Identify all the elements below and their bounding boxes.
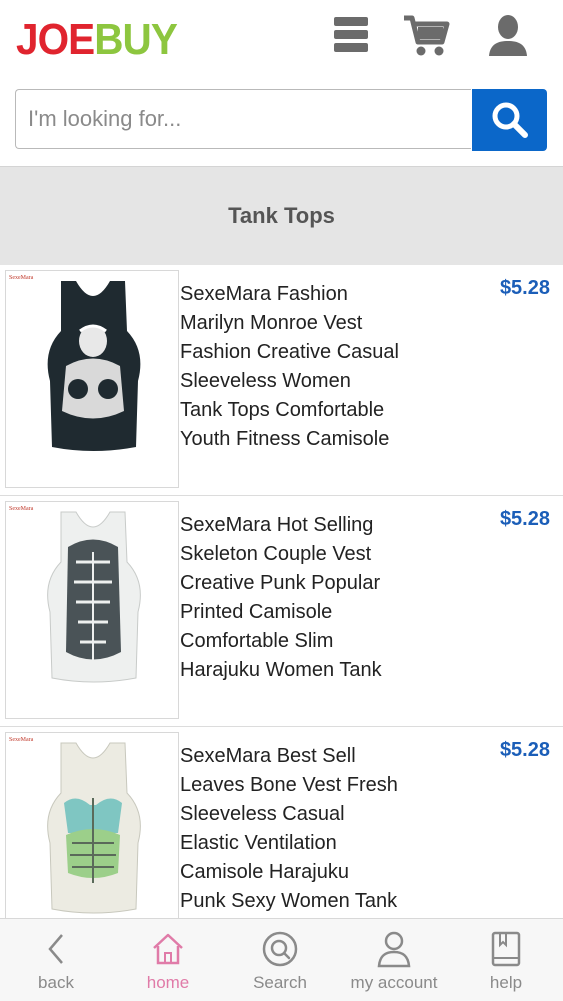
- product-image[interactable]: SexeMara: [5, 501, 179, 719]
- joebuy-logo[interactable]: JOEBUY: [16, 12, 178, 68]
- product-item[interactable]: SexeMara SexeMara Fashion Marilyn Monroe…: [0, 265, 563, 496]
- nav-back[interactable]: back: [6, 919, 106, 1001]
- product-item[interactable]: SexeMara SexeMara Hot Selling Skeleton C…: [0, 496, 563, 727]
- search-icon: [492, 102, 528, 138]
- category-title: Tank Tops: [228, 203, 335, 228]
- nav-home[interactable]: home: [118, 919, 218, 1001]
- help-book-icon: [491, 931, 521, 967]
- nav-help-label: help: [489, 973, 523, 992]
- nav-back-label: back: [38, 973, 74, 992]
- category-header: Tank Tops: [0, 166, 563, 266]
- product-title[interactable]: SexeMara Hot Selling Skeleton Couple Ves…: [180, 511, 442, 685]
- nav-account-label: my account: [350, 973, 438, 992]
- search-bar: [15, 89, 547, 151]
- nav-help[interactable]: help: [456, 919, 556, 1001]
- logo-part-joe: JOE: [16, 15, 95, 64]
- nav-search[interactable]: Search: [230, 919, 330, 1001]
- logo-part-buy: BUY: [94, 15, 178, 64]
- product-title[interactable]: SexeMara Fashion Marilyn Monroe Vest Fas…: [180, 280, 442, 454]
- cart-icon[interactable]: [402, 12, 450, 60]
- account-icon: [377, 931, 411, 968]
- nav-search-label: Search: [253, 973, 307, 992]
- search-button[interactable]: [472, 89, 547, 151]
- nav-home-label: home: [146, 973, 190, 992]
- bottom-nav: back home Search my account help: [0, 918, 563, 1001]
- product-price: $5.28: [499, 277, 550, 299]
- home-icon: [153, 933, 183, 965]
- nav-account[interactable]: my account: [344, 919, 444, 1001]
- search-input[interactable]: [15, 89, 471, 149]
- menu-icon[interactable]: [326, 12, 374, 60]
- back-arrow-icon: [48, 934, 63, 964]
- product-title[interactable]: SexeMara Best Sell Leaves Bone Vest Fres…: [180, 742, 442, 916]
- product-price: $5.28: [499, 739, 550, 761]
- app-header: JOEBUY: [0, 0, 563, 88]
- search-icon: [262, 931, 298, 967]
- user-icon[interactable]: [484, 12, 532, 60]
- product-price: $5.28: [499, 508, 550, 530]
- product-image[interactable]: SexeMara: [5, 270, 179, 488]
